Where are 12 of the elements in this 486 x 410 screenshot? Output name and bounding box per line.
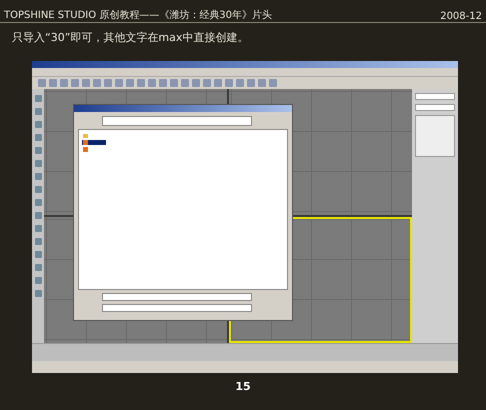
object-list[interactable] — [415, 115, 455, 157]
page-number: 15 — [234, 380, 252, 393]
header-title: TOPSHINE STUDIO 原创教程——《潍坊：经典30年》片头 — [4, 8, 272, 22]
filetype-field[interactable] — [102, 304, 252, 312]
path-field[interactable] — [102, 116, 252, 126]
folder-icon — [83, 133, 88, 138]
instruction-text: 只导入“30”即可，其他文字在max中直接创建。 — [11, 30, 250, 46]
header-date: 2008-12 — [440, 11, 482, 22]
filename-field[interactable] — [102, 293, 252, 301]
name-field[interactable] — [415, 93, 455, 100]
file-item[interactable] — [82, 140, 106, 145]
dropdown[interactable] — [415, 104, 455, 111]
